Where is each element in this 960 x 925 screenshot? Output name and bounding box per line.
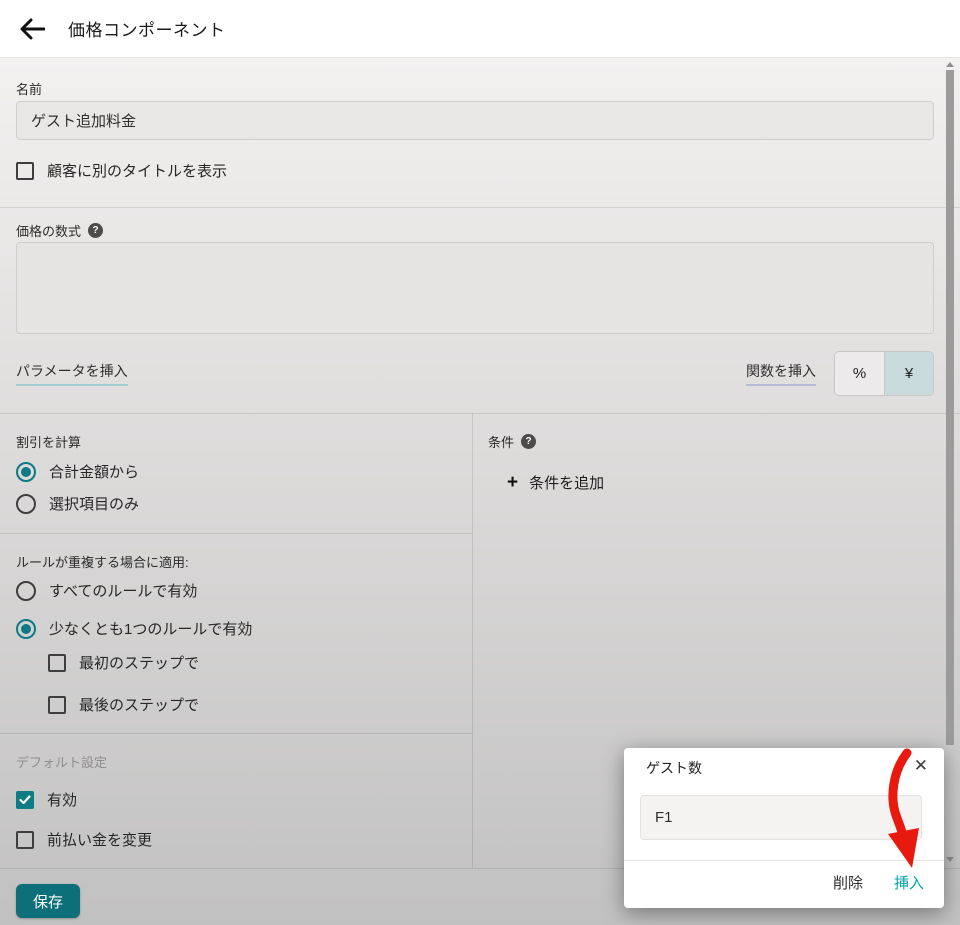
insert-button[interactable]: 挿入 — [892, 868, 926, 897]
radio-total-amount[interactable]: 合計金額から — [16, 461, 139, 482]
section-divider — [0, 207, 960, 208]
checkbox-enabled[interactable]: 有効 — [16, 789, 77, 810]
defaults-section-title: デフォルト設定 — [16, 755, 108, 770]
conditions-title: 条件 — [488, 435, 515, 450]
radio-label: 合計金額から — [49, 464, 140, 481]
checkbox-checked-icon — [16, 790, 34, 809]
help-icon[interactable]: ? — [88, 223, 104, 238]
scrollbar-down-arrow-icon[interactable] — [946, 857, 954, 862]
discount-section-title: 割引を計算 — [16, 435, 82, 450]
checkbox-change-prepayment[interactable]: 前払い金を変更 — [16, 829, 152, 850]
unit-yen-button[interactable]: ¥ — [884, 351, 933, 395]
overlap-section-title: ルールが重複する場合に適用: — [16, 555, 189, 570]
checkbox-unchecked-icon — [16, 830, 34, 849]
scrollbar-up-arrow-icon[interactable] — [946, 62, 954, 67]
insert-function-link[interactable]: 関数を挿入 — [746, 361, 816, 386]
radio-unselected-icon — [16, 493, 36, 514]
add-condition-label: 条件を追加 — [529, 475, 605, 492]
customer-title-checkbox-row[interactable]: 顧客に別のタイトルを表示 — [16, 160, 227, 181]
left-column-divider — [0, 533, 472, 534]
dialog-actions: 削除 挿入 — [831, 868, 926, 897]
checkbox-label: 前払い金を変更 — [47, 832, 153, 849]
formula-label-row: 価格の数式 ? — [16, 221, 104, 240]
radio-valid-at-least-one-rule[interactable]: 少なくとも1つのルールで有効 — [16, 618, 252, 639]
radio-label: 少なくとも1つのルールで有効 — [49, 621, 253, 638]
dialog-divider — [624, 860, 944, 861]
name-input[interactable] — [16, 101, 934, 140]
left-column-divider — [0, 733, 472, 734]
page-title: 価格コンポーネント — [68, 21, 226, 40]
conditions-label-row: 条件 ? — [488, 432, 537, 451]
dialog-title: ゲスト数 — [646, 760, 702, 776]
dialog-formula-input[interactable] — [640, 795, 922, 840]
close-icon[interactable]: ✕ — [910, 754, 932, 778]
checkbox-last-step[interactable]: 最後のステップで — [48, 694, 199, 715]
add-condition-button[interactable]: + 条件を追加 — [507, 472, 604, 493]
checkbox-unchecked-icon — [48, 653, 66, 672]
radio-label: 選択項目のみ — [49, 496, 140, 513]
scrollbar — [945, 58, 955, 868]
back-arrow-icon[interactable] — [18, 15, 46, 43]
scrollbar-thumb[interactable] — [946, 70, 954, 745]
checkbox-label: 有効 — [47, 792, 78, 809]
plus-icon: + — [507, 472, 519, 493]
page-header: 価格コンポーネント — [0, 0, 960, 58]
radio-selected-icon — [16, 618, 36, 639]
radio-valid-all-rules[interactable]: すべてのルールで有効 — [16, 580, 197, 601]
customer-title-label: 顧客に別のタイトルを表示 — [47, 163, 228, 180]
radio-label: すべてのルールで有効 — [49, 583, 198, 600]
formula-textarea[interactable] — [16, 242, 934, 334]
formula-tools-row: パラメータを挿入 関数を挿入 % ¥ — [16, 350, 934, 396]
checkbox-unchecked-icon — [48, 695, 66, 714]
guest-count-dialog: ゲスト数 ✕ 削除 挿入 — [624, 748, 944, 908]
radio-unselected-icon — [16, 580, 36, 601]
checkbox-label: 最後のステップで — [79, 697, 200, 714]
insert-parameter-link[interactable]: パラメータを挿入 — [16, 361, 128, 386]
radio-selected-items-only[interactable]: 選択項目のみ — [16, 493, 139, 514]
checkbox-unchecked-icon — [16, 161, 34, 180]
checkbox-label: 最初のステップで — [79, 655, 200, 672]
delete-button[interactable]: 削除 — [831, 868, 865, 897]
name-label: 名前 — [16, 82, 43, 97]
help-icon[interactable]: ? — [521, 434, 537, 449]
unit-percent-button[interactable]: % — [835, 352, 884, 395]
checkbox-first-step[interactable]: 最初のステップで — [48, 652, 199, 673]
column-divider — [472, 413, 473, 868]
section-divider — [0, 413, 960, 414]
formula-label: 価格の数式 — [16, 224, 82, 239]
radio-selected-icon — [16, 461, 36, 482]
save-button[interactable]: 保存 — [16, 884, 80, 918]
unit-toggle-group: % ¥ — [834, 350, 934, 396]
